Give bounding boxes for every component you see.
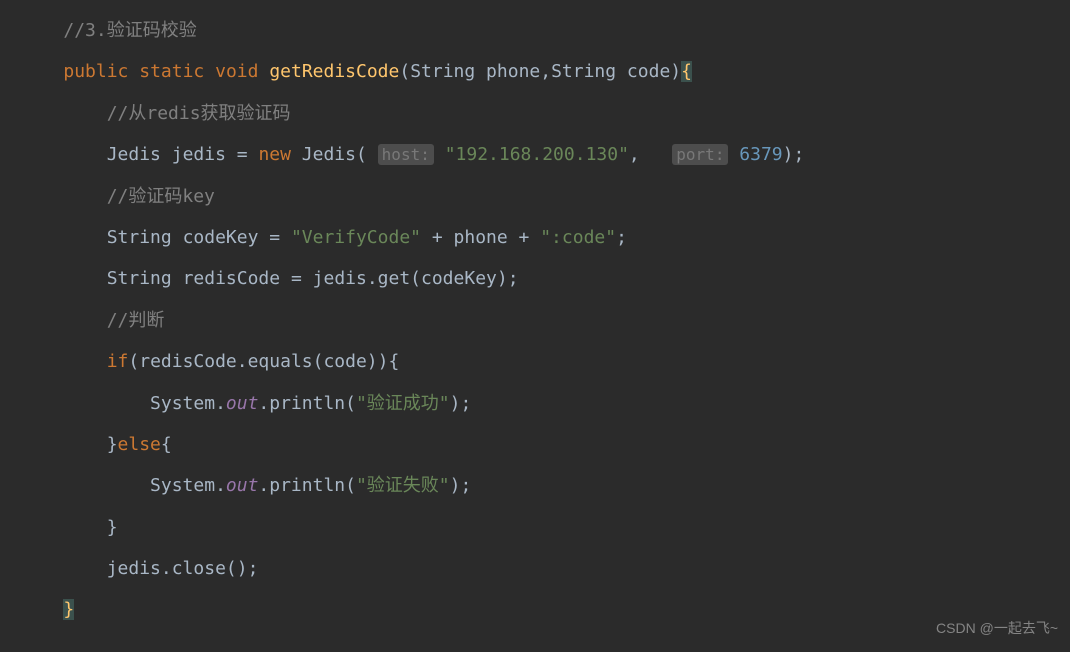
type: Jedis	[107, 144, 161, 165]
code-line: //3.验证码校验	[0, 10, 1070, 51]
keyword: static	[139, 61, 204, 82]
keyword: public	[63, 61, 128, 82]
comment: //验证码key	[107, 186, 215, 207]
comment: //从redis获取验证码	[107, 103, 291, 124]
keyword: else	[118, 434, 161, 455]
code-line: }	[0, 589, 1070, 630]
code-line: jedis.close();	[0, 548, 1070, 589]
string: "验证成功"	[356, 393, 450, 414]
expr: jedis.get(codeKey);	[313, 268, 519, 289]
var: codeKey	[183, 227, 259, 248]
keyword: new	[258, 144, 291, 165]
string: "VerifyCode"	[291, 227, 421, 248]
method-name: getRedisCode	[269, 61, 399, 82]
static-field: out	[226, 393, 259, 414]
brace-open: {	[681, 61, 692, 82]
code-line: System.out.println("验证失败");	[0, 465, 1070, 506]
number: 6379	[739, 144, 782, 165]
code-line: //从redis获取验证码	[0, 93, 1070, 134]
string: "验证失败"	[356, 475, 450, 496]
code-line: }else{	[0, 424, 1070, 465]
var: redisCode	[183, 268, 281, 289]
brace: }	[107, 517, 118, 538]
brace-close: }	[63, 599, 74, 620]
code-line: }	[0, 507, 1070, 548]
ctor: Jedis	[302, 144, 356, 165]
code-line: System.out.println("验证成功");	[0, 383, 1070, 424]
code-line: //判断	[0, 300, 1070, 341]
keyword: void	[215, 61, 258, 82]
stmt: jedis.close();	[107, 558, 259, 579]
code-line: Jedis jedis = new Jedis( host: "192.168.…	[0, 134, 1070, 175]
code-line: //验证码key	[0, 176, 1070, 217]
code-line: if(redisCode.equals(code)){	[0, 341, 1070, 382]
comment: //判断	[107, 310, 165, 331]
code-line: String redisCode = jedis.get(codeKey);	[0, 258, 1070, 299]
keyword: if	[107, 351, 129, 372]
static-field: out	[226, 475, 259, 496]
sys: System.	[150, 475, 226, 496]
code-line: public static void getRedisCode(String p…	[0, 51, 1070, 92]
cond: (redisCode.equals(code)){	[128, 351, 399, 372]
code-line: String codeKey = "VerifyCode" + phone + …	[0, 217, 1070, 258]
watermark: CSDN @一起去飞~	[936, 612, 1058, 644]
string: ":code"	[540, 227, 616, 248]
params: (String phone,String code)	[399, 61, 681, 82]
sys: System.	[150, 393, 226, 414]
type: String	[107, 268, 172, 289]
param-hint: port:	[672, 144, 728, 165]
var: jedis	[172, 144, 226, 165]
var: phone	[454, 227, 508, 248]
type: String	[107, 227, 172, 248]
param-hint: host:	[378, 144, 434, 165]
comment: //3.验证码校验	[63, 20, 196, 41]
string: "192.168.200.130"	[445, 144, 629, 165]
code-editor[interactable]: //3.验证码校验 public static void getRedisCod…	[0, 10, 1070, 631]
